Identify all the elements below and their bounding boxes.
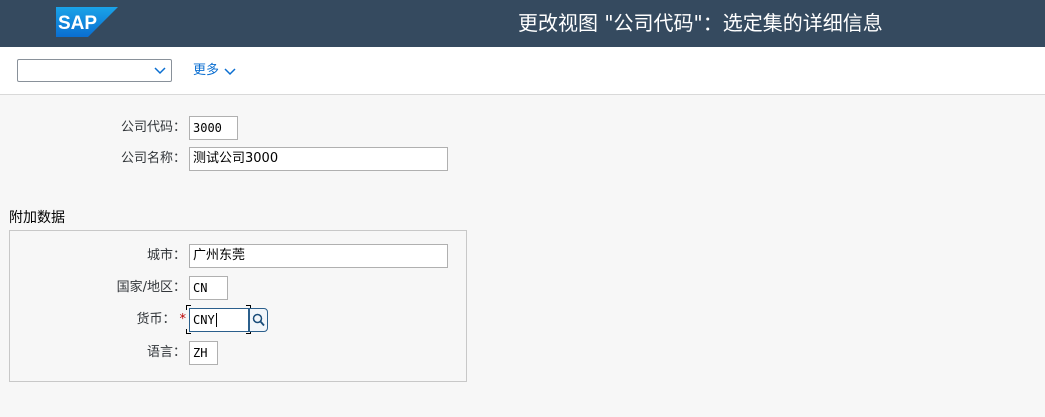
company-code-field[interactable]: 3000 — [189, 116, 238, 140]
focus-corner — [186, 305, 191, 310]
more-button-label: 更多 — [193, 63, 220, 78]
shell-bar: SAP 更改视图 "公司代码"：选定集的详细信息 — [0, 0, 1045, 47]
company-name-label: 公司名称： — [120, 151, 186, 166]
section-title-additional-data: 附加数据 — [9, 210, 65, 226]
currency-label: 货币： * — [80, 311, 186, 329]
company-code-label: 公司代码： — [120, 120, 186, 135]
required-marker: * — [179, 312, 187, 327]
city-label: 城市： — [146, 248, 186, 263]
page-title: 更改视图 "公司代码"：选定集的详细信息 — [518, 11, 883, 35]
chevron-down-icon — [224, 68, 236, 76]
currency-field[interactable]: CNY — [189, 308, 249, 332]
variant-select[interactable] — [17, 59, 172, 82]
sap-logo[interactable]: SAP — [56, 7, 118, 37]
chevron-down-icon — [154, 67, 166, 75]
country-label: 国家/地区： — [116, 280, 186, 295]
value-help-button[interactable] — [249, 308, 268, 332]
logo-text: SAP — [58, 13, 97, 34]
search-icon — [252, 313, 265, 327]
currency-label-text: 货币： — [136, 312, 176, 327]
country-field[interactable]: CN — [189, 276, 228, 300]
language-field[interactable]: ZH — [189, 341, 218, 365]
company-name-field[interactable]: 测试公司3000 — [189, 147, 448, 171]
more-button[interactable]: 更多 — [193, 61, 237, 81]
language-label: 语言： — [146, 345, 186, 360]
city-field[interactable]: 广州东莞 — [189, 244, 448, 268]
focus-corner — [186, 329, 191, 334]
text-caret — [216, 313, 217, 327]
toolbar: 更多 — [0, 47, 1045, 95]
